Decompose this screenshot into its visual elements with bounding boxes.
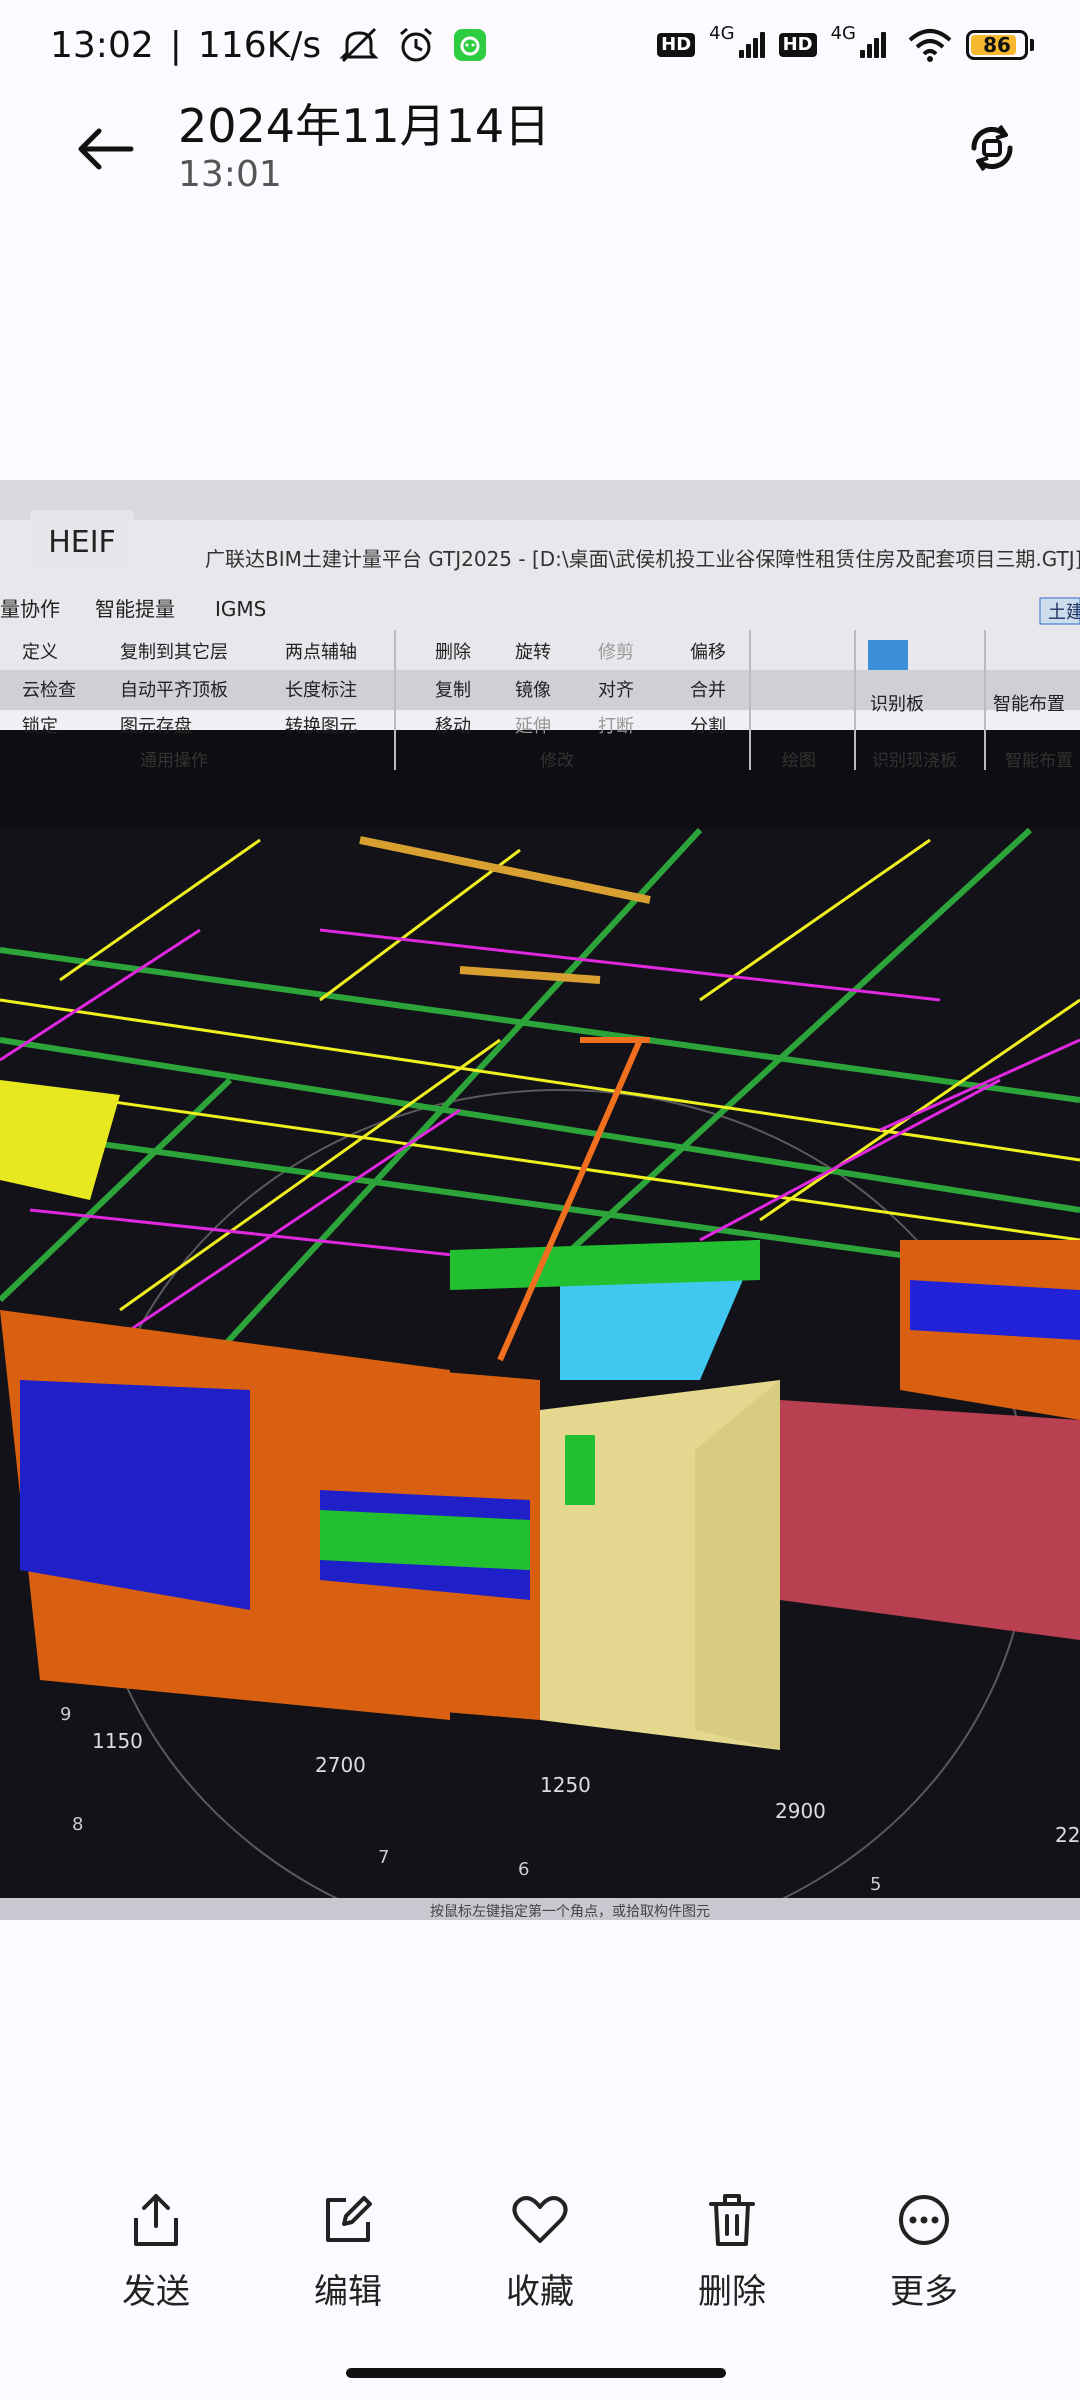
hd-badge-1: HD (657, 33, 696, 57)
group-general: 通用操作 (140, 751, 208, 771)
tool-break[interactable]: 打断 (598, 716, 634, 737)
wifi-icon (908, 28, 952, 62)
tool-extend[interactable]: 延伸 (515, 716, 551, 737)
tool-two-point-axis[interactable]: 两点辅轴 (285, 642, 357, 663)
favorite-label: 收藏 (506, 2272, 574, 2312)
status-separator: | (169, 24, 182, 66)
tool-identify-board[interactable]: 识别板 (870, 694, 924, 715)
group-smart: 智能布置 (1005, 751, 1073, 771)
hd-badge-2: HD (778, 33, 817, 57)
photo-time-subtitle: 13:01 (178, 154, 282, 195)
dimension-1250: 1250 (540, 1773, 591, 1797)
tool-rotate[interactable]: 旋转 (515, 642, 551, 663)
bottom-action-bar: 发送 编辑 收藏 删除 更多 (0, 2190, 1080, 2340)
network-type-2: 4G (830, 23, 856, 44)
group-modify: 修改 (540, 751, 574, 771)
tab-collab[interactable]: 量协作 (0, 597, 60, 621)
tab-smart-takeoff[interactable]: 智能提量 (95, 597, 175, 621)
tool-merge[interactable]: 合并 (690, 680, 726, 701)
delete-label: 删除 (698, 2272, 766, 2312)
axis-mark-7: 7 (378, 1847, 389, 1868)
battery-percent: 86 (983, 33, 1011, 57)
more-button[interactable]: 更多 (849, 2190, 999, 2340)
battery-icon: 86 (966, 30, 1034, 60)
send-label: 发送 (122, 2272, 190, 2312)
signal-icon-2: 4G (831, 23, 886, 58)
more-label: 更多 (890, 2272, 958, 2312)
battery-body: 86 (966, 30, 1028, 60)
tool-mirror[interactable]: 镜像 (515, 680, 551, 701)
rotate-button[interactable] (952, 108, 1032, 188)
tab-igms[interactable]: IGMS (215, 597, 266, 621)
tool-save-element[interactable]: 图元存盘 (120, 716, 192, 737)
edit-button[interactable]: 编辑 (273, 2190, 423, 2340)
tool-smart-layout[interactable]: 智能布置 (993, 694, 1065, 715)
tab-tujian[interactable]: 土建 (1048, 602, 1080, 623)
photo-date-title: 2024年11月14日 (178, 99, 551, 153)
alarm-icon (397, 26, 435, 64)
status-bar-left: 13:02 | 116K/s (50, 25, 487, 66)
share-icon (126, 2190, 186, 2250)
dimension-2700: 2700 (315, 1753, 366, 1777)
bim-model-photo: 广联达BIM土建计量平台 GTJ2025 - [D:\桌面\武侯机投工业谷保障性… (0, 480, 1080, 1920)
arrow-left-icon (78, 128, 134, 170)
tool-delete[interactable]: 删除 (435, 642, 471, 663)
favorite-button[interactable]: 收藏 (465, 2190, 615, 2340)
tool-cloud-check[interactable]: 云检查 (22, 680, 76, 701)
rotate-icon (971, 124, 1013, 172)
more-icon (894, 2190, 954, 2250)
format-badge: HEIF (30, 510, 134, 574)
tool-copy-layer[interactable]: 复制到其它层 (120, 642, 228, 663)
status-bar: 13:02 | 116K/s HD 4G HD 4G 86 (0, 0, 1080, 90)
tool-convert[interactable]: 转换图元 (285, 716, 357, 737)
tool-copy[interactable]: 复制 (435, 680, 471, 701)
cad-status-text: 按鼠标左键指定第一个角点，或拾取构件图元 (430, 1903, 710, 1920)
tool-trim[interactable]: 修剪 (598, 642, 634, 663)
axis-mark-6: 6 (518, 1859, 529, 1880)
tool-split[interactable]: 分割 (690, 716, 726, 737)
delete-button[interactable]: 删除 (657, 2190, 807, 2340)
edit-label: 编辑 (314, 2272, 382, 2312)
viewer-header: 2024年11月14日 13:01 (0, 90, 1080, 220)
dimension-22: 22 (1055, 1823, 1080, 1847)
tool-length-dim[interactable]: 长度标注 (285, 680, 357, 701)
group-identify: 识别现浇板 (872, 751, 957, 771)
network-type-1: 4G (709, 23, 735, 44)
group-draw: 绘图 (782, 751, 816, 771)
status-time: 13:02 (50, 24, 154, 66)
axis-mark-9: 9 (60, 1704, 71, 1725)
tool-align[interactable]: 对齐 (598, 680, 634, 701)
tool-align-top[interactable]: 自动平齐顶板 (120, 680, 228, 701)
dimension-2900: 2900 (775, 1799, 826, 1823)
dimension-1150: 1150 (92, 1729, 143, 1753)
heart-icon (510, 2190, 570, 2250)
status-speed: 116K/s (197, 24, 322, 66)
back-button[interactable] (70, 114, 140, 184)
tool-define[interactable]: 定义 (22, 642, 58, 663)
tool-move[interactable]: 移动 (435, 716, 471, 737)
send-button[interactable]: 发送 (81, 2190, 231, 2340)
tool-offset[interactable]: 偏移 (690, 642, 726, 663)
axis-mark-5: 5 (870, 1874, 881, 1895)
photo-image[interactable]: 广联达BIM土建计量平台 GTJ2025 - [D:\桌面\武侯机投工业谷保障性… (0, 480, 1080, 1920)
status-bar-right: HD 4G HD 4G 86 (657, 23, 1034, 62)
battery-tip (1030, 39, 1034, 51)
home-indicator[interactable] (346, 2368, 726, 2378)
app-title-text: 广联达BIM土建计量平台 GTJ2025 - [D:\桌面\武侯机投工业谷保障性… (205, 547, 1080, 571)
axis-mark-8: 8 (72, 1814, 83, 1835)
trash-icon (702, 2190, 762, 2250)
app-notification-icon (453, 28, 487, 62)
tool-lock[interactable]: 锁定 (22, 716, 58, 737)
edit-icon (318, 2190, 378, 2250)
signal-icon-1: 4G (709, 23, 765, 58)
mute-icon (339, 27, 379, 63)
